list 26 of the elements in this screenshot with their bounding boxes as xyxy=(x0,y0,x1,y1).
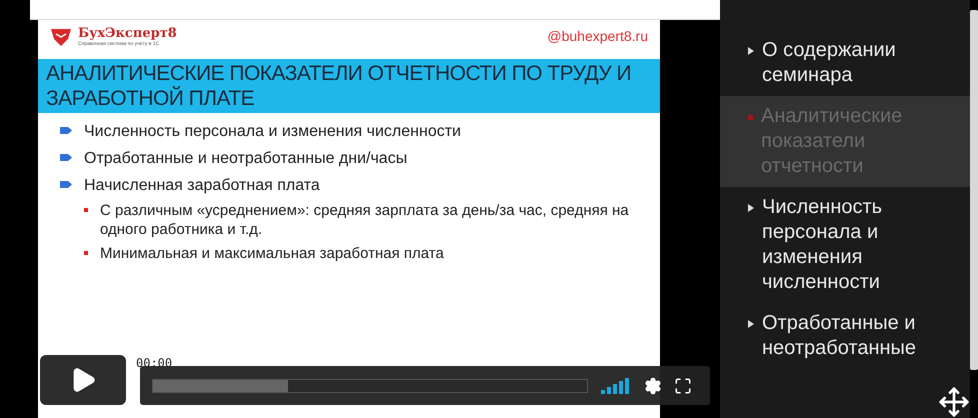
chapter-item[interactable]: О содержании семинара xyxy=(720,30,970,96)
settings-icon[interactable] xyxy=(644,376,662,394)
slide-bullet-text: Минимальная и максимальная заработная плата xyxy=(100,244,444,263)
expand-icon[interactable] xyxy=(938,386,970,418)
triangle-icon xyxy=(748,204,754,212)
play-button[interactable] xyxy=(40,355,126,405)
slide-bullet-text: С различным «усреднением»: средняя зарплата за день/за час, средняя на одного работника и т.д. xyxy=(100,201,630,239)
arrow-bullet-icon xyxy=(60,127,72,134)
logo-icon xyxy=(50,26,72,46)
social-handle: @buhexpert8.ru xyxy=(547,27,648,46)
triangle-icon xyxy=(748,320,754,328)
arrow-bullet-icon xyxy=(60,154,72,161)
arrow-bullet-icon xyxy=(60,181,72,188)
chapter-item[interactable]: Численность персонала и изменения численности xyxy=(720,187,970,303)
square-bullet-icon xyxy=(84,251,88,255)
slide-bullet-text: Отработанные и неотработанные дни/часы xyxy=(84,149,408,169)
brand-name: БухЭксперт8 xyxy=(78,26,177,41)
chapter-item[interactable]: Отработанные и неотработанные xyxy=(720,303,970,369)
slide-bullet-text: Численность персонала и изменения численности xyxy=(84,122,461,142)
progress-track[interactable] xyxy=(152,378,588,392)
fullscreen-icon[interactable] xyxy=(674,376,692,394)
slide-title: АНАЛИТИЧЕСКИЕ ПОКАЗАТЕЛИ ОТЧЕТНОСТИ ПО ТРУДУ И ЗАРАБОТНОЙ ПЛАТЕ xyxy=(38,59,660,113)
triangle-icon xyxy=(748,47,754,55)
volume-icon[interactable] xyxy=(600,378,632,394)
square-bullet-icon xyxy=(84,208,88,212)
slide-bullet-text: Начисленная заработная плата xyxy=(84,176,320,196)
